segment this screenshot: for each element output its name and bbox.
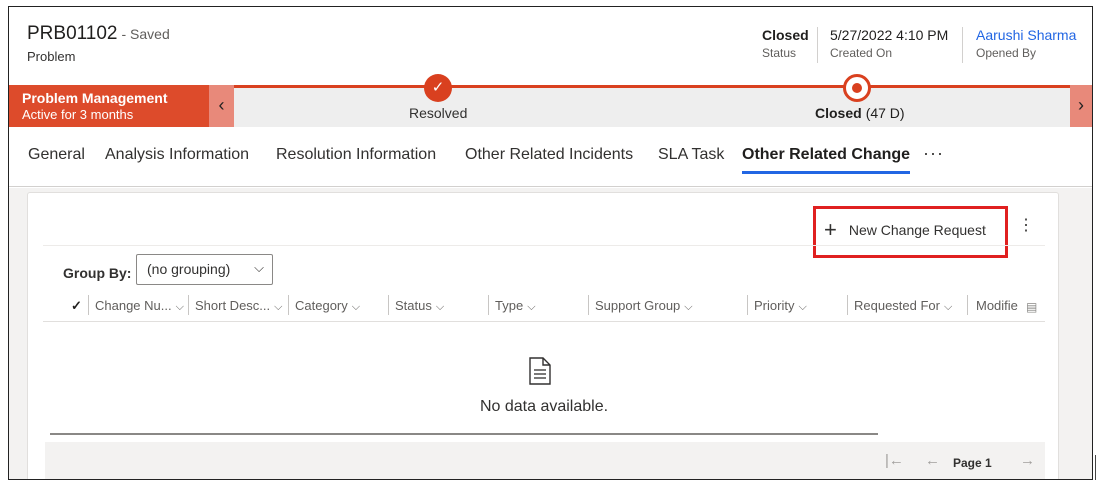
column-divider	[88, 295, 89, 315]
select-all-checkbox[interactable]: ✓	[71, 298, 82, 314]
active-tab-indicator	[742, 171, 911, 174]
form-header: PRB01102- Saved Problem Closed Status 5/…	[9, 7, 1092, 83]
header-field-status: Closed Status	[762, 27, 809, 60]
more-tabs-icon[interactable]: ···	[923, 143, 944, 164]
column-divider	[488, 295, 489, 315]
column-header-support-group[interactable]: Support Group ⌵	[595, 298, 693, 314]
tab-other-related-change[interactable]: Other Related Change	[742, 146, 911, 174]
horizontal-scrollbar[interactable]	[50, 433, 878, 435]
chevron-down-icon: ⌵	[274, 301, 283, 313]
record-title: PRB01102- Saved	[27, 23, 170, 45]
stage-progress-line	[234, 85, 1072, 88]
window-edge	[1095, 455, 1096, 480]
column-header-category[interactable]: Category ⌵	[295, 298, 360, 314]
column-header-priority[interactable]: Priority ⌵	[754, 298, 807, 314]
record-form: PRB01102- Saved Problem Closed Status 5/…	[8, 6, 1093, 480]
grid-pager: |← ← Page 1 →	[45, 442, 1045, 479]
divider	[43, 245, 1045, 246]
stage-resolved[interactable]: Resolved	[409, 105, 467, 121]
tab-other-related-incidents[interactable]: Other Related Incidents	[465, 146, 633, 164]
chevron-down-icon: ⌵	[527, 301, 536, 313]
process-duration: Active for 3 months	[22, 107, 134, 122]
chevron-left-icon[interactable]: ‹	[209, 85, 234, 127]
column-header-short-description[interactable]: Short Desc... ⌵	[195, 298, 282, 314]
column-divider	[288, 295, 289, 315]
chevron-down-icon: ⌵	[351, 301, 361, 313]
column-divider	[588, 295, 589, 315]
first-page-icon[interactable]: |←	[885, 452, 904, 469]
tab-resolution-information[interactable]: Resolution Information	[276, 146, 436, 164]
grid-header: ✓ Change Nu... ⌵ Short Desc... ⌵ Category ⌵…	[43, 288, 1045, 322]
opened-by-link[interactable]: Aarushi Sharma	[976, 27, 1076, 43]
save-icon[interactable]: ▤	[1026, 300, 1037, 314]
header-field-created-on: 5/27/2022 4:10 PM Created On	[830, 27, 949, 60]
tab-analysis-information[interactable]: Analysis Information	[105, 146, 249, 164]
chevron-down-icon: ⌵	[944, 301, 953, 313]
chevron-down-icon: ⌵	[684, 301, 693, 313]
chevron-down-icon: ⌵	[798, 301, 807, 313]
subgrid-card: + New Change Request ⋮ Group By: (no gro…	[27, 192, 1059, 479]
group-by-label: Group By:	[63, 265, 132, 281]
tab-content: + New Change Request ⋮ Group By: (no gro…	[9, 188, 1092, 479]
column-header-status[interactable]: Status ⌵	[395, 298, 444, 314]
column-divider	[388, 295, 389, 315]
column-header-requested-for[interactable]: Requested For ⌵	[854, 298, 952, 314]
more-commands-icon[interactable]: ⋮	[1018, 215, 1034, 235]
chevron-down-icon: ⌵	[254, 260, 264, 275]
save-state: - Saved	[121, 26, 170, 42]
header-field-opened-by: Aarushi Sharma Opened By	[976, 27, 1077, 60]
empty-state-message: No data available.	[479, 398, 609, 415]
active-stage-icon[interactable]	[843, 74, 871, 102]
group-by-value: (no grouping)	[147, 261, 231, 277]
next-page-icon[interactable]: →	[1020, 452, 1035, 469]
column-divider	[188, 295, 189, 315]
checkmark-icon[interactable]: ✓	[424, 74, 452, 102]
business-process-flow: Problem Management Active for 3 months ‹…	[9, 74, 1092, 127]
tab-general[interactable]: General	[28, 146, 85, 164]
chevron-down-icon: ⌵	[435, 301, 445, 313]
group-by-select[interactable]: (no grouping) ⌵	[136, 254, 273, 285]
page-number: Page 1	[953, 456, 992, 470]
form-tabs: General Analysis Information Resolution …	[9, 127, 1092, 187]
process-name-flyout[interactable]: Problem Management Active for 3 months	[9, 85, 209, 127]
record-entity: Problem	[27, 49, 76, 64]
chevron-down-icon: ⌵	[175, 301, 184, 313]
header-divider	[817, 27, 818, 63]
record-id: PRB01102	[27, 23, 118, 44]
process-name: Problem Management	[22, 90, 168, 106]
column-divider	[747, 295, 748, 315]
document-icon	[529, 357, 551, 385]
header-divider	[962, 27, 963, 63]
chevron-right-icon[interactable]: ›	[1070, 85, 1092, 127]
highlight-box	[813, 206, 1008, 258]
stage-duration: (47 D)	[865, 105, 905, 121]
column-divider	[967, 295, 968, 315]
column-header-type[interactable]: Type ⌵	[495, 298, 536, 314]
column-divider	[847, 295, 848, 315]
stage-closed[interactable]: Closed (47 D)	[815, 105, 905, 121]
tab-sla-task[interactable]: SLA Task	[658, 146, 724, 164]
column-header-modified[interactable]: Modifie	[976, 298, 1018, 313]
previous-page-icon[interactable]: ←	[925, 452, 940, 469]
column-header-change-number[interactable]: Change Nu... ⌵	[95, 298, 184, 314]
